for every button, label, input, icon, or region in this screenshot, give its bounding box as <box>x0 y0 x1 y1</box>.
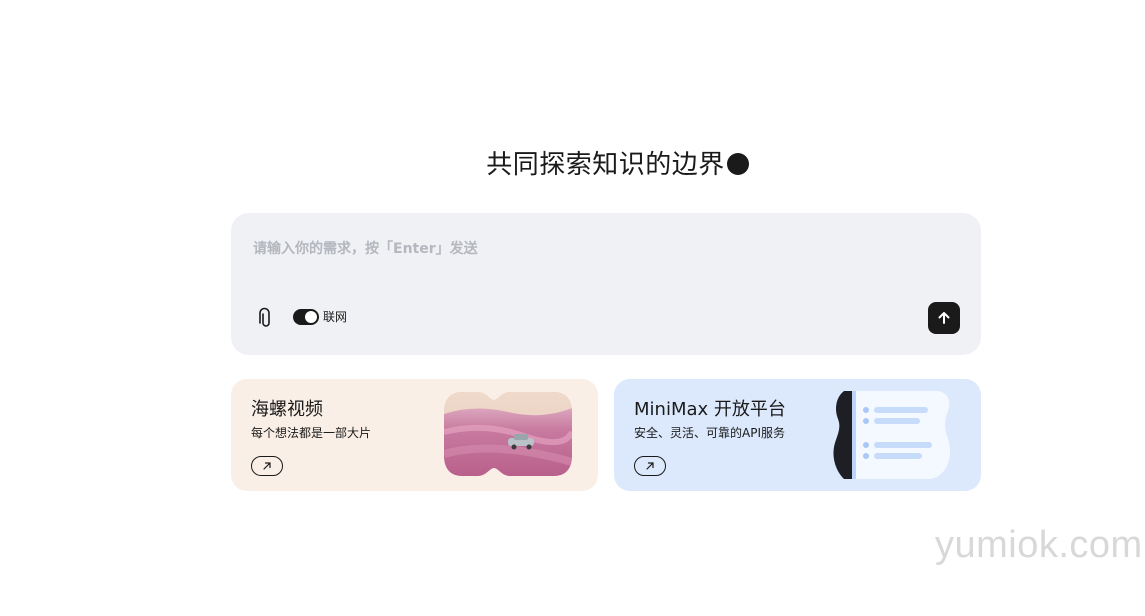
chat-composer: 请输入你的需求，按「Enter」发送 联网 <box>231 213 981 355</box>
card-title: 海螺视频 <box>251 399 323 420</box>
toggle-switch[interactable] <box>293 308 319 325</box>
arrow-up-icon <box>938 312 950 324</box>
paperclip-icon <box>259 307 270 327</box>
open-link-button[interactable] <box>251 456 283 476</box>
minimax-platform-card[interactable]: MiniMax 开放平台 安全、灵活、可靠的API服务 <box>614 379 981 491</box>
send-button[interactable] <box>928 302 960 334</box>
headline-text: 共同探索知识的边界 <box>486 150 725 180</box>
chat-input[interactable]: 请输入你的需求，按「Enter」发送 <box>253 238 478 258</box>
page: 共同探索知识的边界 请输入你的需求，按「Enter」发送 联网 海螺视频 每个想… <box>0 0 1145 616</box>
open-link-button[interactable] <box>634 456 666 476</box>
card-subtitle: 每个想法都是一部大片 <box>251 426 372 440</box>
attach-button[interactable] <box>251 305 277 331</box>
api-document-illustration <box>833 391 950 479</box>
video-thumbnail-image <box>444 392 572 476</box>
page-title: 共同探索知识的边界 <box>0 144 1145 181</box>
card-title: MiniMax 开放平台 <box>634 399 786 420</box>
web-search-label: 联网 <box>323 310 348 324</box>
site-watermark: yumiok.com <box>935 524 1143 566</box>
web-search-toggle[interactable]: 联网 <box>293 308 347 325</box>
card-subtitle: 安全、灵活、可靠的API服务 <box>634 426 785 440</box>
hailuo-video-card[interactable]: 海螺视频 每个想法都是一部大片 <box>231 379 598 491</box>
headline-dot-icon <box>726 153 749 175</box>
arrow-up-right-icon <box>646 462 654 470</box>
arrow-up-right-icon <box>263 462 271 470</box>
toggle-knob <box>305 310 317 323</box>
